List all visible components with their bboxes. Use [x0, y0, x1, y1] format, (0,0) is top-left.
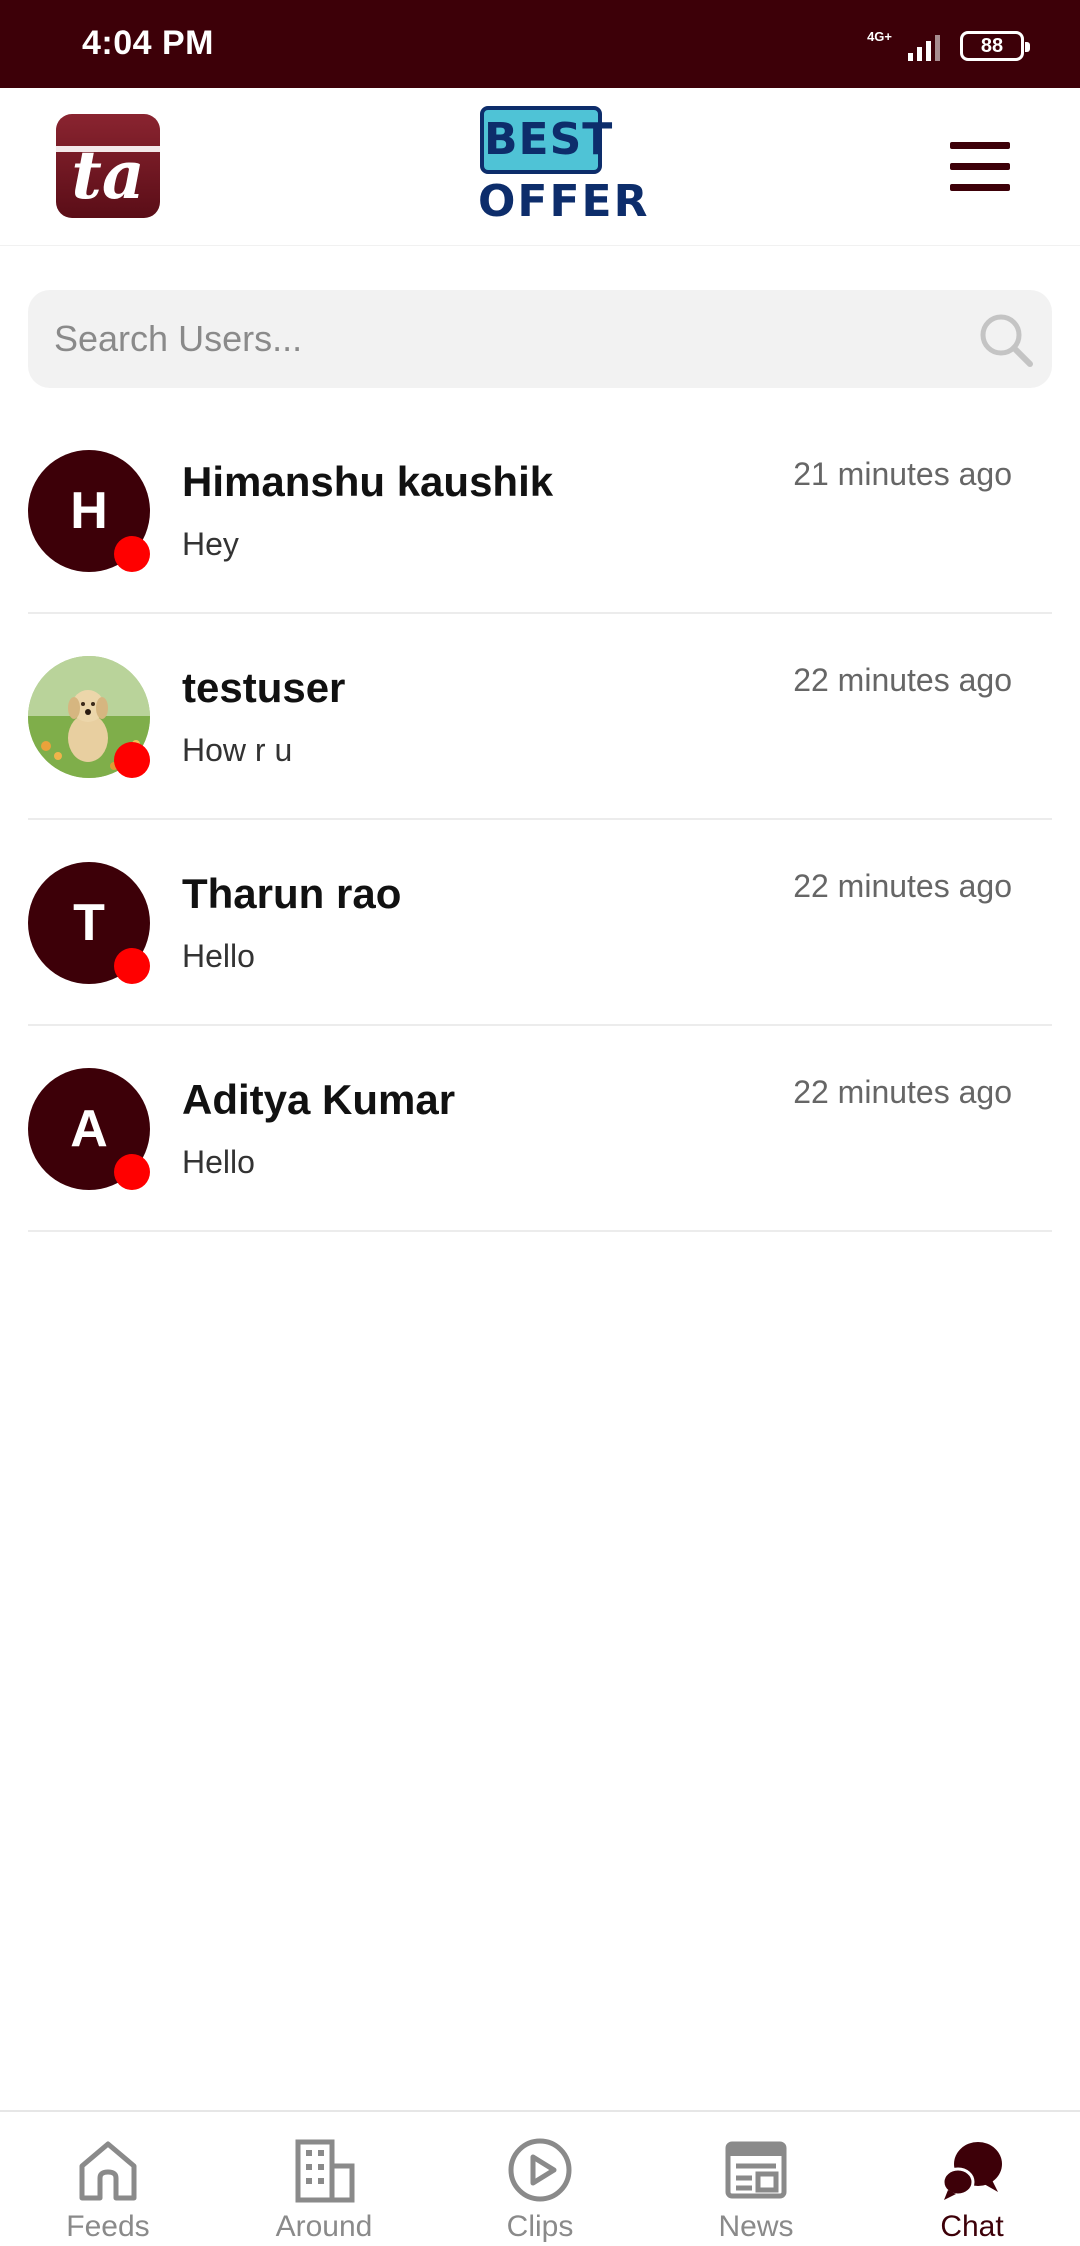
- chat-bubble-icon: [941, 2142, 1002, 2200]
- home-icon: [79, 2141, 137, 2201]
- online-status-dot: [114, 1154, 150, 1190]
- nav-item-feeds[interactable]: Feeds: [0, 2112, 216, 2246]
- online-status-dot: [114, 536, 150, 572]
- nav-label: News: [718, 2210, 794, 2243]
- building-icon: [295, 2139, 355, 2203]
- badge-bottom-text: OFFER: [478, 176, 650, 227]
- search-bar: [28, 290, 1052, 388]
- chat-user-name: Tharun rao: [182, 870, 402, 917]
- chat-timestamp: 22 minutes ago: [793, 868, 1012, 904]
- chat-timestamp: 22 minutes ago: [793, 662, 1012, 698]
- chat-last-message: How r u: [182, 732, 293, 768]
- status-time: 4:04 PM: [82, 24, 214, 62]
- network-type: 4G+: [867, 28, 892, 44]
- online-status-dot: [114, 742, 150, 778]
- avatar-initial: A: [70, 1100, 108, 1158]
- app-logo[interactable]: ta: [56, 114, 160, 218]
- status-bar: 4:04 PM 4G+ 88: [0, 0, 1080, 88]
- nav-label: Clips: [506, 2210, 574, 2243]
- nav-label: Chat: [940, 2210, 1004, 2243]
- status-icons: 4G+ 88: [867, 26, 1030, 66]
- nav-item-chat[interactable]: Chat: [864, 2112, 1080, 2246]
- chat-last-message: Hello: [182, 938, 255, 974]
- hamburger-menu-icon[interactable]: [950, 142, 1010, 192]
- avatar-initial: H: [70, 482, 108, 540]
- nav-label: Feeds: [66, 2210, 150, 2243]
- nav-item-news[interactable]: News: [648, 2112, 864, 2246]
- chat-last-message: Hey: [182, 526, 239, 562]
- logo-text: ta: [71, 136, 145, 214]
- badge-top-text: BEST: [480, 106, 612, 174]
- chat-timestamp: 21 minutes ago: [793, 456, 1012, 492]
- search-icon[interactable]: [976, 310, 1036, 370]
- play-icon: [508, 2138, 572, 2202]
- chat-last-message: Hello: [182, 1144, 255, 1180]
- chat-list-item[interactable]: testuser How r u 22 minutes ago: [28, 614, 1052, 820]
- chat-user-name: Himanshu kaushik: [182, 458, 554, 505]
- bottom-navigation: Feeds Around Clips News Chat: [0, 2110, 1080, 2246]
- search-input[interactable]: [54, 290, 934, 388]
- chat-user-name: Aditya Kumar: [182, 1076, 456, 1123]
- online-status-dot: [114, 948, 150, 984]
- chat-list: H Himanshu kaushik Hey 21 minutes ago te…: [28, 408, 1052, 1232]
- chat-list-item[interactable]: A Aditya Kumar Hello 22 minutes ago: [28, 1026, 1052, 1232]
- nav-item-clips[interactable]: Clips: [432, 2112, 648, 2246]
- chat-user-name: testuser: [182, 664, 346, 711]
- battery-level: 88: [980, 34, 1004, 57]
- best-offer-badge[interactable]: BEST OFFER: [478, 106, 650, 230]
- chat-list-item[interactable]: T Tharun rao Hello 22 minutes ago: [28, 820, 1052, 1026]
- chat-timestamp: 22 minutes ago: [793, 1074, 1012, 1110]
- app-header: ta BEST OFFER: [0, 88, 1080, 246]
- battery-icon: 88: [960, 31, 1030, 61]
- signal-icon: [908, 35, 940, 61]
- chat-list-item[interactable]: H Himanshu kaushik Hey 21 minutes ago: [28, 408, 1052, 614]
- avatar-initial: T: [73, 894, 105, 952]
- newspaper-icon: [725, 2141, 787, 2199]
- nav-item-around[interactable]: Around: [216, 2112, 432, 2246]
- chat-screen: 4:04 PM 4G+ 88 ta BEST OFFER Search User…: [0, 0, 1080, 2246]
- nav-label: Around: [275, 2210, 373, 2243]
